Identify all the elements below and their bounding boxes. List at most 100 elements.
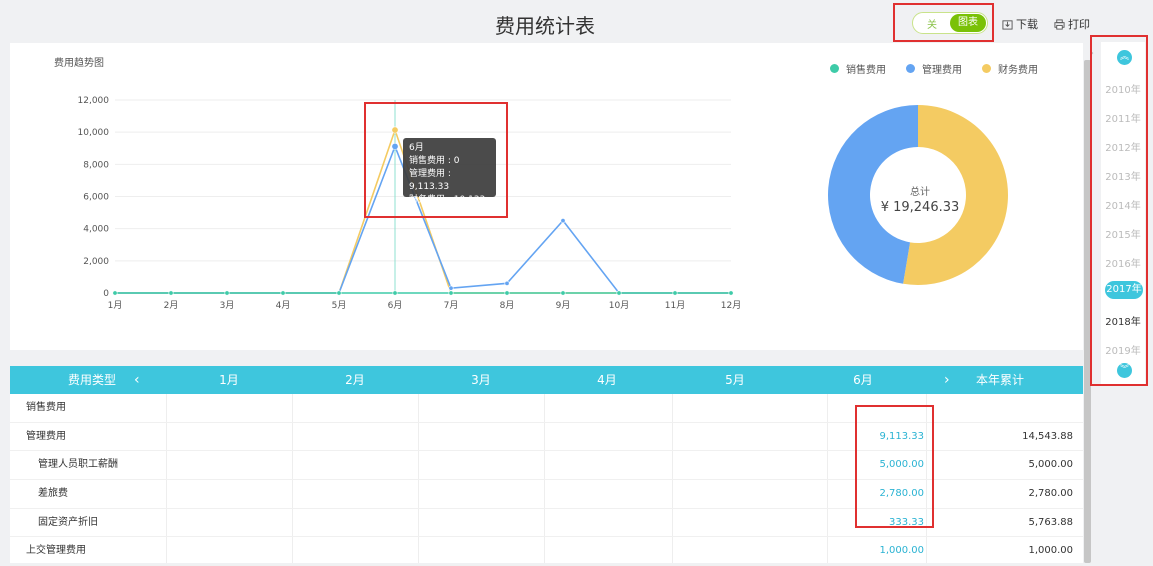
x-tick-label: 6月	[388, 300, 403, 311]
expense-table: 费用类型 ‹ 1月 2月 3月 4月 5月 6月 › 本年累计 销售费用 管理费…	[10, 366, 1083, 566]
row-label: 管理人员职工薪酬	[38, 459, 118, 471]
row-ytd-value	[930, 394, 1073, 421]
year-item[interactable]: 2012年	[1101, 139, 1145, 154]
year-item[interactable]: 2015年	[1101, 226, 1145, 241]
x-tick-label: 10月	[609, 300, 629, 311]
y-tick-label: 0	[103, 289, 109, 299]
row-m6-value[interactable]: 1,000.00	[828, 537, 924, 564]
header-m2: 2月	[345, 373, 365, 387]
header-ytd: 本年累计	[975, 373, 1024, 387]
x-tick-label: 12月	[721, 300, 741, 311]
series-point-0	[336, 290, 342, 296]
row-m6-value[interactable]: 9,113.33	[828, 423, 924, 450]
year-item[interactable]: 2011年	[1101, 110, 1145, 125]
tooltip-line-management: 管理费用 : 9,113.33	[409, 169, 451, 192]
series-point-0	[448, 290, 454, 296]
header-m1: 1月	[219, 373, 239, 387]
donut-total-label: 总计	[910, 187, 930, 198]
y-tick-label: 8,000	[83, 160, 109, 170]
rail-collapse-icon[interactable]: ›	[1090, 48, 1094, 59]
series-point-0	[112, 290, 118, 296]
printer-icon	[1054, 18, 1065, 30]
table-row-travel[interactable]: 差旅费 2,780.00 2,780.00	[10, 480, 1083, 509]
x-tick-label: 8月	[500, 300, 515, 311]
table-header: 费用类型 ‹ 1月 2月 3月 4月 5月 6月 › 本年累计	[10, 366, 1083, 394]
y-tick-label: 2,000	[83, 257, 109, 267]
x-tick-label: 4月	[276, 300, 291, 311]
year-item[interactable]: 2019年	[1101, 342, 1145, 357]
prev-month-arrow[interactable]: ‹	[134, 366, 140, 394]
x-tick-label: 2月	[164, 300, 179, 311]
header-m5: 5月	[725, 373, 745, 387]
x-tick-label: 9月	[556, 300, 571, 311]
row-label: 销售费用	[26, 402, 66, 413]
chart-panel: 费用趋势图 销售费用 管理费用 财务费用 0 2,000 4,000 6,000 8,0…	[10, 43, 1083, 350]
series-point-0	[728, 290, 734, 296]
view-toggle[interactable]: 关 图表	[912, 12, 988, 34]
row-label: 差旅费	[38, 488, 68, 500]
print-label: 打印	[1068, 18, 1090, 31]
x-tick-label: 5月	[332, 300, 347, 311]
header-type: 费用类型	[67, 373, 116, 387]
row-ytd-value: 5,763.88	[1028, 516, 1073, 528]
x-tick-label: 1月	[108, 300, 123, 311]
series-point-0	[504, 290, 510, 296]
series-point-0	[280, 290, 286, 296]
row-ytd-value: 1,000.00	[1028, 545, 1073, 557]
tooltip-line-sales: 销售费用 : 0	[409, 156, 460, 166]
series-point-2	[391, 126, 399, 134]
header-m3: 3月	[471, 373, 491, 387]
row-m6-value[interactable]: 333.33	[828, 509, 924, 536]
toggle-chart-label[interactable]: 图表	[950, 14, 986, 32]
toggle-off-label[interactable]: 关	[927, 16, 937, 31]
year-item[interactable]: 2016年	[1101, 255, 1145, 270]
y-tick-label: 4,000	[83, 225, 109, 235]
row-ytd-value: 14,543.88	[1022, 430, 1073, 442]
row-label: 上交管理费用	[26, 545, 86, 557]
x-tick-label: 11月	[665, 300, 685, 311]
table-row-management[interactable]: 管理费用 9,113.33 14,543.88	[10, 423, 1083, 452]
double-chevron-up-icon[interactable]: ︽	[1117, 50, 1132, 65]
row-m6-value[interactable]: 5,000.00	[828, 451, 924, 478]
series-point-1	[448, 285, 454, 291]
tooltip-line-finance: 财务费用 : 10,133	[409, 195, 486, 205]
download-button[interactable]: 下载	[1002, 16, 1038, 32]
year-item[interactable]: 2018年	[1101, 313, 1145, 328]
y-tick-label: 10,000	[78, 128, 110, 138]
year-item-selected[interactable]: 2017年	[1105, 281, 1143, 299]
series-point-0	[224, 290, 230, 296]
series-point-0	[168, 290, 174, 296]
series-point-0	[560, 290, 566, 296]
double-chevron-down-icon[interactable]: ︾	[1117, 363, 1132, 378]
download-icon	[1002, 19, 1013, 30]
year-selector: ︽ 2010年 2011年 2012年 2013年 2014年 2015年 20…	[1101, 42, 1145, 384]
row-m6-value[interactable]: 2,780.00	[828, 480, 924, 507]
series-point-0	[392, 290, 398, 296]
series-point-1	[391, 142, 399, 150]
header-m4: 4月	[597, 373, 617, 387]
y-tick-label: 12,000	[78, 96, 110, 106]
series-point-1	[560, 218, 566, 224]
x-tick-label: 7月	[444, 300, 459, 311]
y-tick-label: 6,000	[83, 193, 109, 203]
tooltip-title: 6月	[409, 143, 424, 153]
donut-total-value: ¥ 19,246.33	[880, 200, 960, 215]
row-label: 固定资产折旧	[38, 516, 98, 528]
download-label: 下载	[1016, 18, 1038, 31]
print-button[interactable]: 打印	[1054, 16, 1090, 32]
series-point-0	[616, 290, 622, 296]
year-item[interactable]: 2010年	[1101, 81, 1145, 96]
row-ytd-value: 5,000.00	[1028, 459, 1073, 471]
table-row-staff-salary[interactable]: 管理人员职工薪酬 5,000.00 5,000.00	[10, 451, 1083, 481]
row-m6-value[interactable]	[828, 394, 924, 421]
table-row-upper-mgmt-fee[interactable]: 上交管理费用 1,000.00 1,000.00	[10, 537, 1083, 566]
chart-tooltip: 6月 销售费用 : 0 管理费用 : 9,113.33 财务费用 : 10,13…	[403, 138, 496, 205]
x-tick-label: 3月	[220, 300, 235, 311]
table-row-depreciation[interactable]: 固定资产折旧 333.33 5,763.88	[10, 509, 1083, 538]
year-item[interactable]: 2014年	[1101, 197, 1145, 212]
vertical-scrollbar[interactable]	[1084, 60, 1091, 563]
series-point-0	[672, 290, 678, 296]
table-row-sales[interactable]: 销售费用	[10, 394, 1083, 423]
year-item[interactable]: 2013年	[1101, 168, 1145, 183]
donut-center: 总计 ¥ 19,246.33	[870, 183, 970, 215]
